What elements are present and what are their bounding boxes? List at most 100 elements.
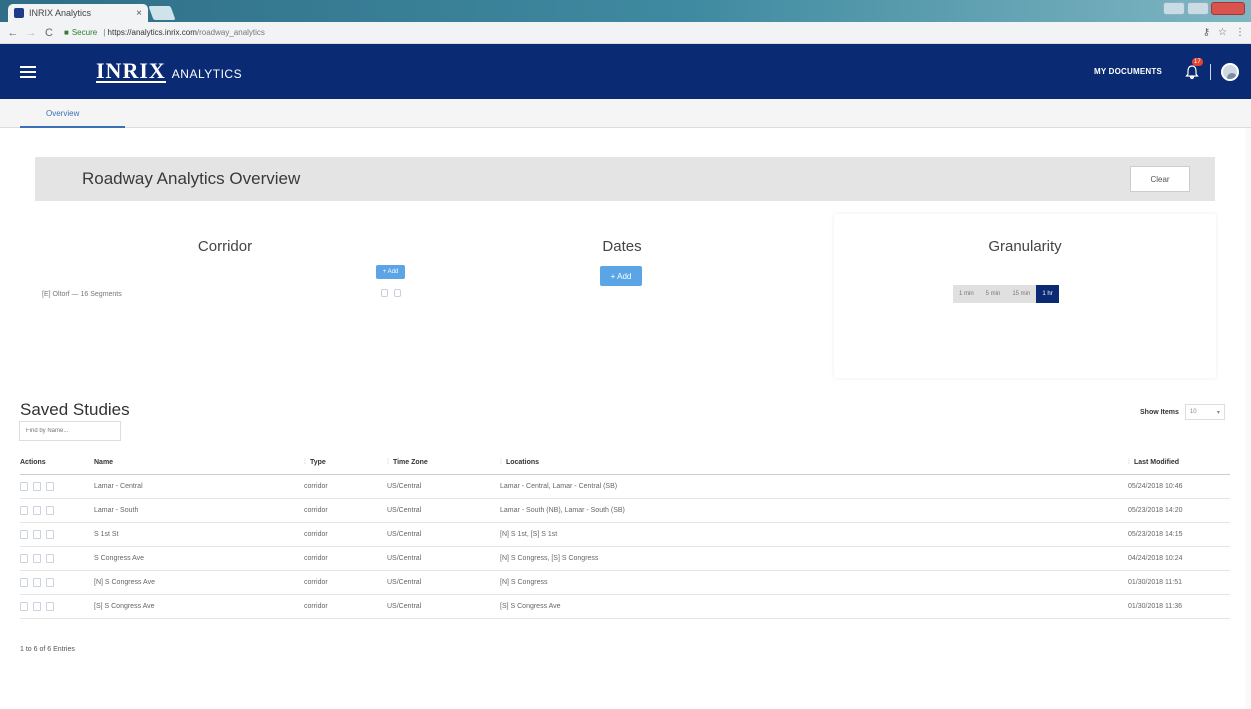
cell-actions: [20, 498, 94, 523]
notification-badge: 17: [1192, 57, 1203, 66]
close-window-button[interactable]: [1211, 2, 1245, 15]
table-row[interactable]: Lamar - South corridor US/Central Lamar - S…: [20, 498, 1230, 523]
inrix-logo[interactable]: INRIX ANALYTICS: [96, 57, 243, 83]
column-last-modified[interactable]: ⁞ Last Modified: [1128, 452, 1230, 475]
table-row[interactable]: [N] S Congress Ave corridor US/Central [N] …: [20, 570, 1230, 595]
cell-name: S 1st St: [94, 522, 304, 547]
my-documents-link[interactable]: MY DOCUMENTS: [1094, 67, 1162, 76]
user-avatar[interactable]: [1221, 62, 1239, 81]
table-body: Lamar - Central corridor US/Central Lamar -…: [20, 474, 1230, 619]
minimize-button[interactable]: [1163, 2, 1185, 15]
window-controls: [1163, 2, 1245, 15]
copy-icon[interactable]: [33, 529, 41, 539]
corridor-item[interactable]: [E] Oltorf — 16 Segments: [42, 291, 122, 298]
table-row[interactable]: [S] S Congress Ave corridor US/Central [S] …: [20, 594, 1230, 619]
logo-main: INRIX: [96, 57, 166, 83]
logo-sub: ANALYTICS: [171, 66, 243, 81]
delete-icon[interactable]: [46, 601, 54, 611]
delete-icon[interactable]: [46, 505, 54, 515]
copy-icon[interactable]: [33, 601, 41, 611]
copy-icon[interactable]: [33, 553, 41, 563]
cell-type: corridor: [304, 474, 387, 499]
page-title: Roadway Analytics Overview: [82, 169, 301, 188]
table-row[interactable]: Lamar - Central corridor US/Central Lamar -…: [20, 474, 1230, 499]
hamburger-menu-icon[interactable]: [20, 65, 36, 78]
notification-bell-icon[interactable]: 17: [1184, 57, 1203, 80]
cell-last-modified: 05/23/2018 14:20: [1128, 498, 1230, 523]
forward-arrow-icon[interactable]: →: [24, 27, 38, 39]
clear-button[interactable]: Clear: [1130, 166, 1190, 192]
column-last-modified-label: Last Modified: [1133, 459, 1180, 467]
table-row[interactable]: S Congress Ave corridor US/Central [N] S Co…: [20, 546, 1230, 571]
open-icon[interactable]: [20, 505, 28, 515]
column-time-zone[interactable]: ⁞ Time Zone: [387, 452, 500, 475]
column-name[interactable]: Name: [94, 452, 304, 475]
granularity-title: Granularity: [988, 238, 1062, 255]
show-items-select[interactable]: 10 ▾: [1184, 404, 1225, 420]
cell-actions: [20, 594, 94, 619]
corridor-view-icon[interactable]: [381, 289, 388, 297]
open-icon[interactable]: [20, 577, 28, 587]
url-path: /roadway_analytics: [196, 28, 265, 37]
menu-dots-icon[interactable]: ⋮: [1235, 27, 1245, 38]
cell-locations: Lamar - Central, Lamar - Central (SB): [500, 474, 1128, 499]
column-locations-label: Locations: [505, 459, 540, 467]
cell-time-zone: US/Central: [387, 498, 500, 523]
cell-type: corridor: [304, 498, 387, 523]
granularity-option-15min[interactable]: 15 min: [1006, 285, 1036, 303]
key-icon[interactable]: ⚷: [1203, 27, 1210, 38]
browser-tab[interactable]: INRIX Analytics ×: [8, 4, 148, 22]
corridor-title: Corridor: [197, 238, 253, 255]
cell-name: S Congress Ave: [94, 546, 304, 571]
cell-last-modified: 05/24/2018 10:46: [1128, 474, 1230, 499]
open-icon[interactable]: [20, 481, 28, 491]
cell-locations: [S] S Congress Ave: [500, 594, 1128, 619]
cell-last-modified: 01/30/2018 11:36: [1128, 594, 1230, 619]
show-items-label: Show Items: [1140, 408, 1179, 416]
open-icon[interactable]: [20, 529, 28, 539]
reload-icon[interactable]: C: [42, 27, 56, 39]
column-time-zone-label: Time Zone: [392, 459, 428, 467]
delete-icon[interactable]: [46, 529, 54, 539]
maximize-button[interactable]: [1187, 2, 1209, 15]
cell-type: corridor: [304, 594, 387, 619]
copy-icon[interactable]: [33, 577, 41, 587]
tab-close-icon[interactable]: ×: [136, 8, 142, 19]
delete-icon[interactable]: [46, 553, 54, 563]
add-corridor-button[interactable]: + Add: [376, 265, 405, 279]
cell-type: corridor: [304, 546, 387, 571]
copy-icon[interactable]: [33, 505, 41, 515]
url-field[interactable]: ■ Secure | https://analytics.inrix.com /…: [64, 25, 1203, 41]
column-locations[interactable]: ⁞ Locations: [500, 452, 1128, 475]
browser-tabstrip: INRIX Analytics ×: [0, 0, 1251, 22]
table-row[interactable]: S 1st St corridor US/Central [N] S 1st, [S]…: [20, 522, 1230, 547]
cell-time-zone: US/Central: [387, 570, 500, 595]
cell-locations: [N] S 1st, [S] S 1st: [500, 522, 1128, 547]
show-items-control: Show Items 10 ▾: [1140, 404, 1225, 420]
column-type[interactable]: ⁞ Type: [304, 452, 387, 475]
open-icon[interactable]: [20, 553, 28, 563]
granularity-option-1min[interactable]: 1 min: [953, 285, 980, 303]
star-icon[interactable]: ☆: [1218, 27, 1227, 38]
delete-icon[interactable]: [46, 577, 54, 587]
tab-overview[interactable]: Overview: [20, 99, 125, 128]
granularity-option-5min[interactable]: 5 min: [980, 285, 1007, 303]
bell-svg: [1185, 64, 1199, 79]
column-type-label: Type: [309, 459, 326, 467]
new-tab-button[interactable]: [148, 6, 176, 20]
back-arrow-icon[interactable]: ←: [6, 27, 20, 39]
copy-icon[interactable]: [33, 481, 41, 491]
open-icon[interactable]: [20, 601, 28, 611]
sub-navigation: Overview: [0, 99, 1251, 128]
search-input[interactable]: [19, 421, 121, 441]
granularity-card: Granularity 1 min 5 min 15 min 1 hr: [834, 214, 1216, 378]
sort-icon: ⁞: [500, 459, 502, 467]
entries-count: 1 to 6 of 6 Entries: [20, 646, 75, 653]
corridor-delete-icon[interactable]: [394, 289, 401, 297]
sort-icon: ⁞: [304, 459, 306, 467]
add-dates-button[interactable]: + Add: [600, 266, 642, 286]
delete-icon[interactable]: [46, 481, 54, 491]
granularity-selector: 1 min 5 min 15 min 1 hr: [953, 285, 1059, 303]
granularity-option-1hr[interactable]: 1 hr: [1036, 285, 1059, 303]
page-scrollbar[interactable]: [1245, 128, 1251, 709]
